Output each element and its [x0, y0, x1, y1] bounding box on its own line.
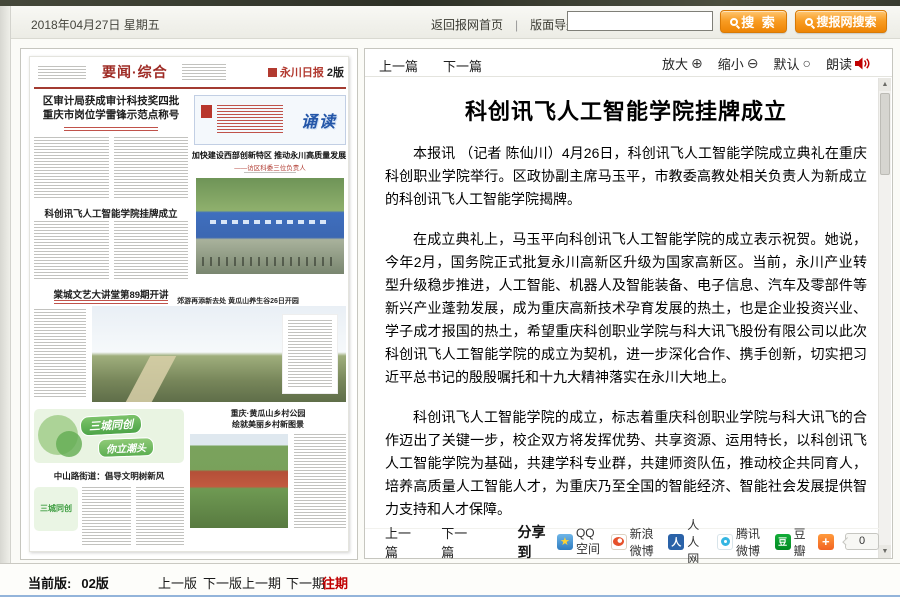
thumb-headline-street: 中山路街道：倡导文明树新风: [34, 470, 184, 482]
read-aloud-button[interactable]: 朗读: [826, 54, 870, 73]
masthead-rule: [34, 87, 346, 89]
article-title: 科创讯飞人工智能学院挂牌成立: [385, 94, 867, 126]
douban-icon: 豆: [775, 534, 791, 550]
banner-leaf-shape: [56, 431, 82, 457]
songdu-column-box: 诵读: [194, 95, 346, 145]
search-button[interactable]: 搜 索: [720, 10, 787, 33]
banner-slogan-1: 三城同创: [80, 413, 143, 436]
link-separator: |: [515, 18, 518, 32]
current-page-label: 当前版:02版: [28, 573, 109, 592]
photo-text-box: [282, 314, 338, 394]
home-link[interactable]: 返回报网首页: [431, 18, 503, 32]
sina-weibo-icon: [611, 534, 627, 550]
scrollbar-thumb[interactable]: [880, 93, 890, 175]
zoom-out-button[interactable]: 缩小 ⊖: [718, 54, 759, 73]
share-bar: 上一篇 下一篇 分享到 ★ QQ空间 新浪微博 人 人人网 腾讯微博 豆 豆瓣 …: [365, 528, 879, 554]
paper-logo-icon: [268, 68, 277, 77]
event-people: [202, 257, 336, 266]
green-campaign-logo: 三城同创: [34, 487, 78, 531]
thumb-body-text: [34, 137, 188, 199]
thumb-headline-ai-college: 科创讯飞人工智能学院挂牌成立: [34, 206, 188, 220]
thumb-red-subhead: [64, 127, 158, 132]
past-issues-link[interactable]: 往期: [322, 573, 348, 592]
default-size-button[interactable]: 默认 ○: [774, 54, 811, 73]
article-scrollbar[interactable]: ▲ ▼: [878, 78, 891, 558]
landscape-photo: [92, 306, 346, 402]
thumb-body-text: [34, 221, 188, 281]
prev-article-button[interactable]: 上一篇: [379, 56, 418, 75]
thumb-headline-audit: 区审计局获成审计科技奖四批 重庆市岗位学雷锋示范点称号: [34, 94, 188, 122]
share-sina-weibo[interactable]: 新浪微博: [611, 525, 660, 559]
prev-article-link[interactable]: 上一篇: [385, 523, 413, 561]
next-article-link[interactable]: 下一篇: [441, 523, 469, 561]
share-qzone[interactable]: ★ QQ空间: [557, 526, 602, 557]
scrollbar-down-arrow[interactable]: ▼: [879, 545, 891, 558]
green-campaign-banner: 三城同创 你立潮头: [34, 409, 184, 463]
article-paragraph: 在成立典礼上，马玉平向科创讯飞人工智能学院的成立表示祝贺。她说，今年2月，国务院…: [385, 228, 867, 389]
share-tencent-weibo[interactable]: 腾讯微博: [717, 525, 766, 559]
scrollbar-up-arrow[interactable]: ▲: [879, 78, 891, 91]
next-page-link[interactable]: 下一版: [203, 573, 242, 592]
search-input[interactable]: [567, 11, 713, 31]
topbar: 2018年04月27日 星期五 返回报网首页|版面导航 搜 索 搜报网搜索: [11, 6, 900, 39]
window-left-edge: [0, 6, 11, 597]
search-icon: [730, 18, 738, 26]
more-share-button[interactable]: +: [818, 534, 834, 550]
prev-page-link[interactable]: 上一版: [158, 573, 197, 592]
thumb-byline: [244, 172, 296, 175]
event-photo: [196, 178, 344, 274]
thumb-main-subtitle: ——访区科委三位负责人: [194, 162, 346, 172]
share-to-label: 分享到: [518, 522, 548, 562]
landscape-path: [125, 356, 175, 402]
section-title: 要闻·综合: [102, 62, 168, 82]
share-renren[interactable]: 人 人人网: [668, 516, 708, 567]
songdu-small-text: [217, 105, 283, 135]
article-paragraph: 科创讯飞人工智能学院的成立，标志着重庆科创职业学院与科大讯飞的合作迈出了关键一步…: [385, 406, 867, 521]
site-search-button[interactable]: 搜报网搜索: [795, 10, 887, 33]
date-text: 2018年04月27日 星期五: [31, 16, 160, 33]
search-icon: [805, 18, 813, 26]
banner-slogan-2: 你立潮头: [98, 437, 155, 458]
paper-logo: 永川日报 2版: [268, 64, 344, 80]
thumb-body-text: [294, 434, 346, 528]
renren-icon: 人: [668, 534, 684, 550]
masthead-small-text: [38, 66, 86, 79]
thumb-photo-caption: 郊游再添新去处 黄瓜山养生谷26日开园: [130, 296, 346, 306]
speaker-icon: [855, 57, 870, 70]
zoom-in-icon: ⊕: [691, 56, 703, 70]
reader-toolbar: 上一篇 下一篇 放大 ⊕ 缩小 ⊖ 默认 ○ 朗读: [365, 49, 892, 77]
newspaper-thumbnail-panel: 要闻·综合 永川日报 2版 区审计局获成审计科技奖四批 重庆市岗位学雷锋示范点称…: [20, 48, 358, 560]
qzone-icon: ★: [557, 534, 573, 550]
article-content: 科创讯飞人工智能学院挂牌成立 本报讯 （记者 陈仙川）4月26日，科创讯飞人工智…: [365, 78, 879, 526]
article-paragraph: 本报讯 （记者 陈仙川）4月26日，科创讯飞人工智能学院成立典礼在重庆科创职业学…: [385, 142, 867, 211]
zoom-out-icon: ⊖: [747, 56, 759, 70]
newspaper-page-image[interactable]: 要闻·综合 永川日报 2版 区审计局获成审计科技奖四批 重庆市岗位学雷锋示范点称…: [29, 56, 349, 552]
current-page-value: 02版: [81, 576, 108, 591]
zoom-in-button[interactable]: 放大 ⊕: [662, 54, 703, 73]
masthead-info-text: [182, 64, 226, 80]
default-size-icon: ○: [803, 56, 811, 70]
thumb-main-headline: 加快建设西部创新特区 推动永川高质量发展: [190, 150, 348, 161]
article-body: 本报讯 （记者 陈仙川）4月26日，科创讯飞人工智能学院成立典礼在重庆科创职业学…: [385, 142, 867, 526]
songdu-logo-text: 诵读: [301, 108, 337, 132]
article-reader-panel: 上一篇 下一篇 放大 ⊕ 缩小 ⊖ 默认 ○ 朗读: [364, 48, 893, 559]
prev-issue-link[interactable]: 上一期: [242, 573, 281, 592]
thumb-body-text: [34, 309, 86, 399]
next-article-button[interactable]: 下一篇: [443, 56, 482, 75]
thumb-body-text: [82, 487, 184, 545]
bike-path-photo: [190, 434, 288, 528]
topbar-links: 返回报网首页|版面导航: [431, 16, 578, 33]
bottom-navigation-bar: 当前版:02版 上一版 下一版 上一期 下一期 往期: [0, 563, 900, 597]
songdu-seal-icon: [201, 105, 212, 118]
thumb-bottom-caption: 重庆·黄瓜山乡村公园 绘就美丽乡村新图景: [190, 408, 346, 430]
event-banner-text: [210, 220, 328, 224]
tencent-weibo-icon: [717, 534, 733, 550]
reader-controls: 放大 ⊕ 缩小 ⊖ 默认 ○ 朗读: [662, 49, 870, 77]
next-issue-link[interactable]: 下一期: [286, 573, 325, 592]
share-douban[interactable]: 豆 豆瓣: [775, 525, 806, 559]
